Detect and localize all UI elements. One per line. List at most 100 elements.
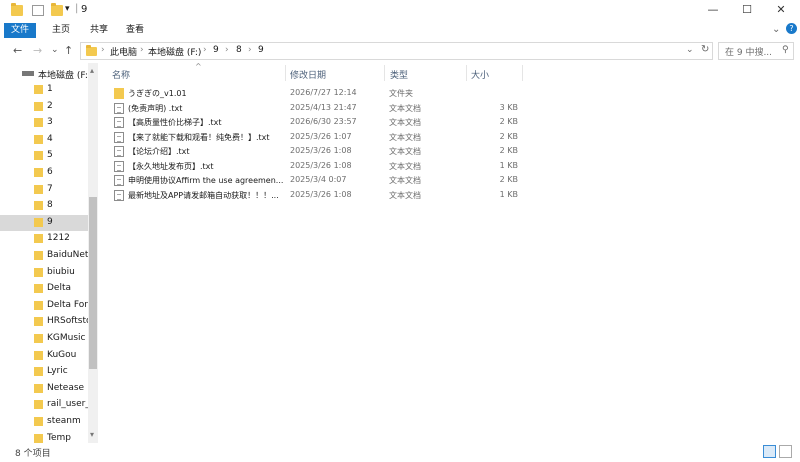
new-folder-icon[interactable] [51, 5, 63, 16]
ribbon-collapse-icon[interactable]: ⌄ [772, 24, 780, 35]
sidebar-item-folder[interactable]: Lyric [0, 364, 88, 380]
sidebar-item-folder[interactable]: Temp [0, 431, 88, 443]
sidebar-item-folder[interactable]: 8 [0, 198, 88, 214]
breadcrumb-separator[interactable]: › [225, 45, 229, 55]
folder-icon [34, 218, 43, 227]
sidebar-item-folder[interactable]: BaiduNetd [0, 248, 88, 264]
folder-icon [34, 434, 43, 443]
column-divider[interactable] [285, 65, 286, 81]
sidebar-item-folder[interactable]: 2 [0, 99, 88, 115]
recent-locations-button[interactable]: ⌄ [51, 45, 59, 55]
minimize-button[interactable]: — [697, 0, 729, 20]
sidebar-item-folder[interactable]: 5 [0, 148, 88, 164]
sidebar-item-label: 4 [47, 134, 88, 144]
forward-button[interactable]: → [33, 44, 42, 57]
file-row[interactable]: 申明使用协议Affirm the use agreemen...2025/3/4… [110, 174, 550, 188]
file-date: 2026/6/30 23:57 [290, 117, 386, 126]
folder-icon [34, 185, 43, 194]
window-title: 9 [81, 4, 87, 15]
file-row[interactable]: (免责声明) .txt2025/4/13 21:47文本文档3 KB [110, 102, 550, 116]
sidebar-item-folder[interactable]: 7 [0, 182, 88, 198]
quick-access-dropdown[interactable]: ▾ [65, 4, 70, 14]
sidebar-item-folder[interactable]: KuGou [0, 348, 88, 364]
sidebar-item-folder[interactable]: 1 [0, 82, 88, 98]
file-size: 2 KB [470, 117, 518, 126]
file-date: 2025/3/26 1:07 [290, 132, 386, 141]
breadcrumb-folder-9[interactable]: 9 [213, 45, 219, 55]
sidebar-item-folder[interactable]: 9 [0, 215, 88, 231]
folder-icon [34, 168, 43, 177]
sidebar-item-label: 5 [47, 150, 88, 160]
up-button[interactable]: ↑ [64, 44, 73, 57]
file-row[interactable]: 【高质量性价比梯子】.txt2026/6/30 23:57文本文档2 KB [110, 116, 550, 130]
folder-icon [34, 367, 43, 376]
breadcrumb-folder-9-current[interactable]: 9 [258, 45, 264, 55]
sidebar-item-folder[interactable]: KGMusic [0, 331, 88, 347]
text-file-icon [114, 103, 124, 114]
sidebar-item-folder[interactable]: Delta Forc [0, 298, 88, 314]
file-size: 1 KB [470, 161, 518, 170]
file-type: 文本文档 [389, 132, 459, 143]
refresh-icon[interactable]: ↻ [701, 44, 709, 55]
file-type: 文本文档 [389, 117, 459, 128]
tab-file[interactable]: 文件 [4, 23, 36, 38]
file-size: 2 KB [470, 146, 518, 155]
scroll-down-arrow[interactable]: ▾ [90, 430, 94, 439]
scroll-up-arrow[interactable]: ▴ [90, 66, 94, 75]
breadcrumb-this-pc[interactable]: 此电脑 [110, 45, 137, 58]
breadcrumb-separator[interactable]: › [140, 45, 144, 55]
sidebar-item-folder[interactable]: rail_user_c [0, 397, 88, 413]
back-button[interactable]: ← [13, 44, 22, 57]
column-divider[interactable] [466, 65, 467, 81]
sidebar-item-folder[interactable]: 4 [0, 132, 88, 148]
sidebar-item-label: 3 [47, 117, 88, 127]
sidebar-item-folder[interactable]: 1212 [0, 231, 88, 247]
file-row[interactable]: 【论坛介绍】.txt2025/3/26 1:08文本文档2 KB [110, 145, 550, 159]
tab-view[interactable]: 查看 [126, 23, 144, 38]
breadcrumb-separator[interactable]: › [248, 45, 252, 55]
properties-icon[interactable] [32, 5, 44, 16]
column-header-name[interactable]: 名称 [112, 68, 130, 81]
folder-icon [34, 85, 43, 94]
maximize-button[interactable]: ☐ [731, 0, 763, 20]
file-row[interactable]: うぎぎの_v1.012026/7/27 12:14文件夹 [110, 87, 550, 101]
tab-share[interactable]: 共享 [90, 23, 108, 38]
sidebar-item-label: Netease [47, 383, 88, 393]
file-row[interactable]: 最新地址及APP请发邮箱自动获取！！！...2025/3/26 1:08文本文档… [110, 189, 550, 203]
column-divider[interactable] [384, 65, 385, 81]
address-bar[interactable]: › 此电脑 › 本地磁盘 (F:) › 9 › 8 › 9 ⌄ ↻ [80, 42, 713, 60]
breadcrumb-drive[interactable]: 本地磁盘 (F:) [148, 45, 201, 58]
file-type: 文本文档 [389, 146, 459, 157]
large-icons-view-button[interactable] [779, 445, 792, 458]
file-row[interactable]: 【来了就能下载和观看！纯免费！】.txt2025/3/26 1:07文本文档2 … [110, 131, 550, 145]
sidebar-item-drive[interactable]: 本地磁盘 (F:) [0, 66, 88, 82]
address-dropdown-icon[interactable]: ⌄ [686, 45, 694, 55]
close-button[interactable]: ✕ [765, 0, 797, 20]
file-row[interactable]: 【永久地址发布页】.txt2025/3/26 1:08文本文档1 KB [110, 160, 550, 174]
sort-arrow-icon: ^ [195, 62, 202, 71]
search-icon[interactable]: ⚲ [782, 45, 789, 55]
title-bar: ▾ | 9 — ☐ ✕ [0, 0, 800, 22]
details-view-button[interactable] [763, 445, 776, 458]
folder-icon [34, 351, 43, 360]
breadcrumb-folder-8[interactable]: 8 [236, 45, 242, 55]
sidebar-item-folder[interactable]: 6 [0, 165, 88, 181]
breadcrumb-separator[interactable]: › [101, 45, 105, 55]
sidebar-item-folder[interactable]: 3 [0, 115, 88, 131]
help-icon[interactable]: ? [786, 23, 797, 34]
breadcrumb-separator[interactable]: › [203, 45, 207, 55]
sidebar-item-folder[interactable]: biubiu [0, 265, 88, 281]
search-box[interactable]: 在 9 中搜... ⚲ [718, 42, 794, 60]
column-header-date[interactable]: 修改日期 [290, 68, 326, 81]
sidebar-scroll-thumb[interactable] [89, 197, 97, 369]
column-header-size[interactable]: 大小 [471, 68, 489, 81]
column-divider[interactable] [522, 65, 523, 81]
tab-home[interactable]: 主页 [52, 23, 70, 38]
column-header-type[interactable]: 类型 [390, 68, 408, 81]
file-list-pane: ^ 名称 修改日期 类型 大小 うぎぎの_v1.012026/7/27 12:1… [98, 63, 800, 443]
sidebar-item-folder[interactable]: HRSoftsto [0, 314, 88, 330]
sidebar-item-folder[interactable]: Netease [0, 381, 88, 397]
sidebar-item-folder[interactable]: Delta [0, 281, 88, 297]
sidebar-item-folder[interactable]: steanm [0, 414, 88, 430]
title-separator: | [75, 3, 78, 14]
